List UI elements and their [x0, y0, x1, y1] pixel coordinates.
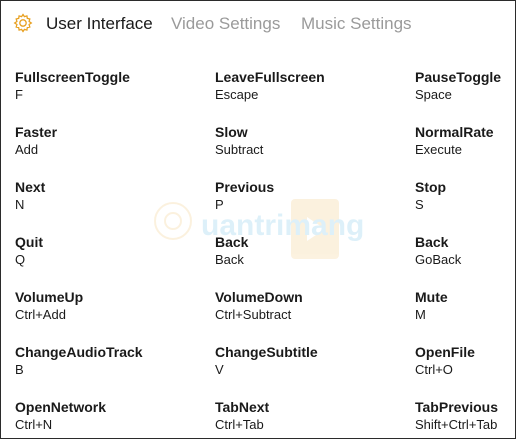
tab-user-interface[interactable]: User Interface [46, 14, 153, 34]
shortcut-key: Ctrl+N [15, 417, 53, 432]
shortcut-name: TabPrevious [415, 399, 498, 415]
shortcut-item[interactable]: VolumeUp Ctrl+Add [15, 288, 190, 324]
shortcut-name: LeaveFullscreen [215, 69, 325, 85]
shortcut-item[interactable]: OpenFile Ctrl+O [415, 343, 515, 379]
shortcut-name: VolumeUp [15, 289, 84, 305]
shortcut-key: Back [215, 252, 244, 267]
app-window: User Interface Video Settings Music Sett… [0, 0, 516, 439]
shortcut-name: FullscreenToggle [15, 69, 130, 85]
shortcut-name: Mute [415, 289, 448, 305]
shortcut-key: Ctrl+Tab [215, 417, 264, 432]
shortcut-name: VolumeDown [215, 289, 303, 305]
shortcut-key: Space [415, 87, 452, 102]
shortcut-item[interactable]: Faster Add [15, 123, 190, 159]
shortcut-item[interactable]: Back Back [215, 233, 390, 269]
shortcut-key: Execute [415, 142, 462, 157]
shortcut-item[interactable]: Previous P [215, 178, 390, 214]
shortcut-item[interactable]: OpenNetwork Ctrl+N [15, 398, 190, 434]
shortcut-key: P [215, 197, 224, 212]
shortcut-key: V [215, 362, 224, 377]
shortcut-item[interactable]: TabPrevious Shift+Ctrl+Tab [415, 398, 515, 434]
shortcut-item[interactable]: LeaveFullscreen Escape [215, 68, 390, 104]
shortcut-key: Ctrl+Subtract [215, 307, 292, 322]
shortcut-item[interactable]: Mute M [415, 288, 515, 324]
shortcut-name: Back [215, 234, 249, 250]
shortcut-key: S [415, 197, 424, 212]
shortcut-key: Subtract [215, 142, 264, 157]
shortcut-name: ChangeAudioTrack [15, 344, 143, 360]
shortcut-name: PauseToggle [415, 69, 502, 85]
shortcut-key: F [15, 87, 23, 102]
shortcut-item[interactable]: VolumeDown Ctrl+Subtract [215, 288, 390, 324]
tab-music-settings[interactable]: Music Settings [301, 14, 412, 34]
shortcut-key: Q [15, 252, 26, 267]
shortcut-key: Shift+Ctrl+Tab [415, 417, 498, 432]
shortcut-item[interactable]: FullscreenToggle F [15, 68, 190, 104]
shortcut-item[interactable]: Quit Q [15, 233, 190, 269]
shortcut-key: Escape [215, 87, 259, 102]
shortcut-grid: FullscreenToggle F LeaveFullscreen Escap… [15, 68, 505, 438]
shortcut-name: ChangeSubtitle [215, 344, 318, 360]
shortcut-name: OpenNetwork [15, 399, 107, 415]
shortcut-item[interactable]: ChangeSubtitle V [215, 343, 390, 379]
shortcut-key: B [15, 362, 24, 377]
shortcut-item[interactable]: NormalRate Execute [415, 123, 515, 159]
gear-icon[interactable] [13, 13, 33, 33]
shortcut-key: M [415, 307, 426, 322]
shortcut-name: Slow [215, 124, 248, 140]
tab-video-settings[interactable]: Video Settings [171, 14, 280, 34]
shortcut-name: Quit [15, 234, 43, 250]
shortcut-name: Back [415, 234, 449, 250]
shortcut-item[interactable]: Next N [15, 178, 190, 214]
shortcut-item[interactable]: Stop S [415, 178, 515, 214]
shortcut-key: Add [15, 142, 39, 157]
shortcut-key: GoBack [415, 252, 462, 267]
shortcut-name: OpenFile [415, 344, 475, 360]
shortcut-name: Next [15, 179, 46, 195]
shortcut-item[interactable]: TabNext Ctrl+Tab [215, 398, 390, 434]
tab-bar: User Interface Video Settings Music Sett… [1, 1, 515, 47]
shortcut-name: Stop [415, 179, 447, 195]
shortcut-name: Previous [215, 179, 275, 195]
shortcut-key: Ctrl+Add [15, 307, 66, 322]
shortcut-name: TabNext [215, 399, 270, 415]
shortcut-name: Faster [15, 124, 58, 140]
shortcut-item[interactable]: ChangeAudioTrack B [15, 343, 190, 379]
shortcut-item[interactable]: Slow Subtract [215, 123, 390, 159]
shortcut-name: NormalRate [415, 124, 494, 140]
shortcut-item[interactable]: PauseToggle Space [415, 68, 515, 104]
shortcut-key: Ctrl+O [415, 362, 453, 377]
shortcut-key: N [15, 197, 25, 212]
shortcut-item[interactable]: Back GoBack [415, 233, 515, 269]
